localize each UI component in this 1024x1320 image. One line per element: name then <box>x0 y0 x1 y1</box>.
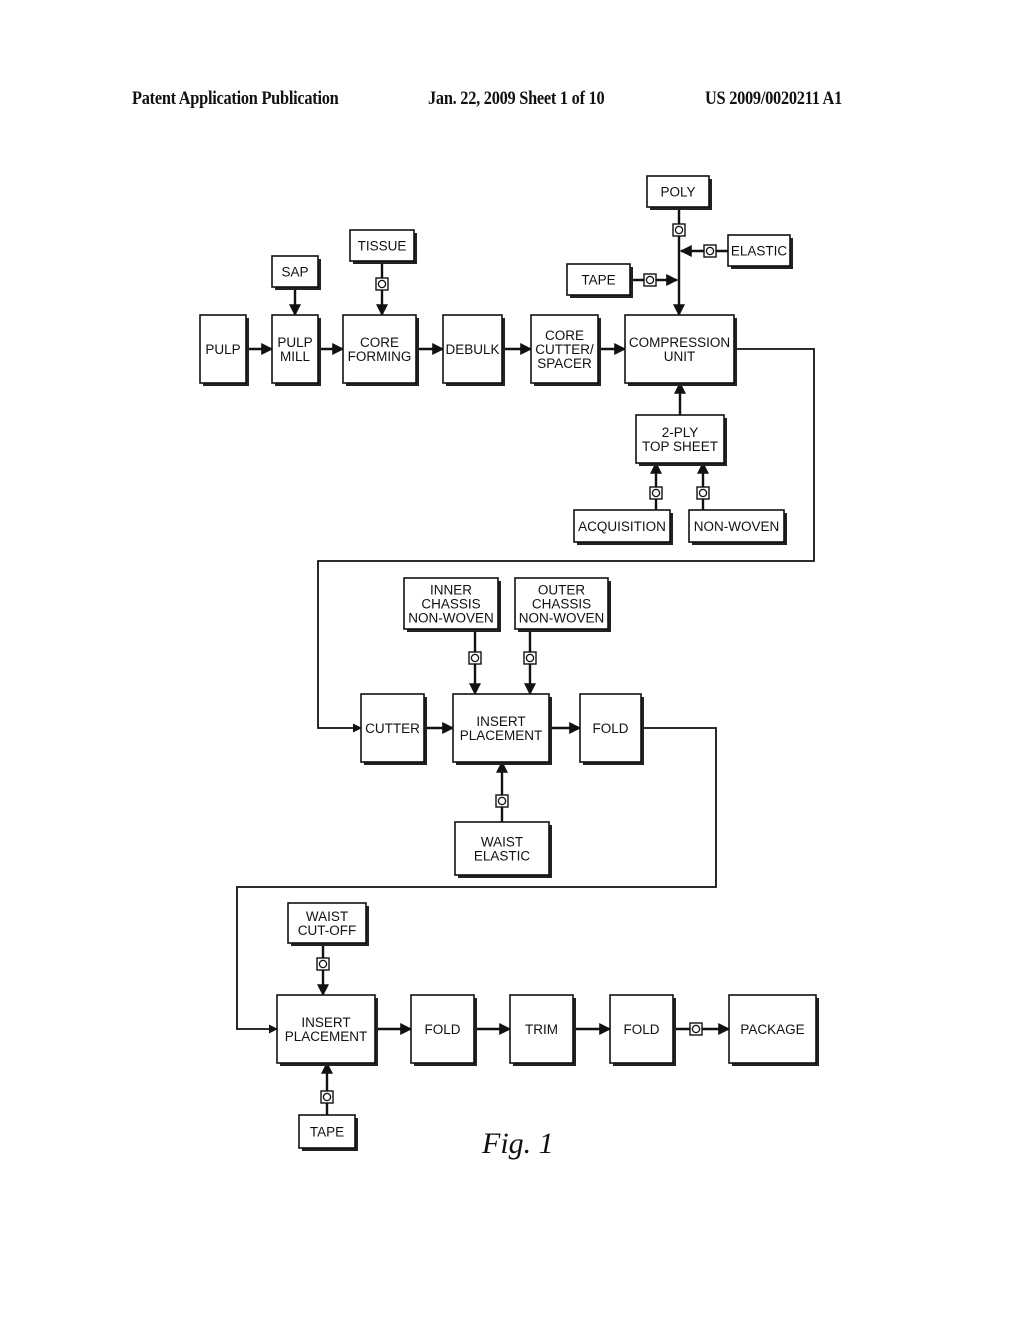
box-debulk: DEBULK <box>442 314 505 386</box>
box-label: PLACEMENT <box>460 728 543 743</box>
box-label: CUT-OFF <box>298 923 357 938</box>
box-sap: SAP <box>271 255 321 290</box>
valve-icon <box>495 794 509 808</box>
box-label: POLY <box>660 185 695 200</box>
figure-label: Fig. 1 <box>481 1127 554 1160</box>
box-fold-2: FOLD <box>410 994 477 1066</box>
valve-icon <box>643 273 657 287</box>
box-elastic: ELASTIC <box>727 234 793 269</box>
valve-icon <box>316 957 330 971</box>
box-pulp: PULP <box>199 314 249 386</box>
box-compression: COMPRESSIONUNIT <box>624 314 737 386</box>
box-label: SPACER <box>537 356 592 371</box>
box-poly: POLY <box>646 175 712 210</box>
connector-fold-to-insert <box>236 727 717 1034</box>
box-label: SAP <box>281 265 308 280</box>
valve-icon <box>703 244 717 258</box>
box-outer-chassis: OUTERCHASSISNON-WOVEN <box>514 577 611 632</box>
box-core-cutter: CORECUTTER/SPACER <box>530 314 601 386</box>
valve-icon <box>320 1090 334 1104</box>
valve-icon <box>468 651 482 665</box>
box-label: ELASTIC <box>731 244 788 259</box>
box-label: CHASSIS <box>421 597 480 612</box>
box-acquisition: ACQUISITION <box>573 509 673 545</box>
box-label: FORMING <box>348 349 412 364</box>
valve-icon <box>689 1022 703 1036</box>
box-label: NON-WOVEN <box>519 611 605 626</box>
box-label: PULP <box>205 342 240 357</box>
box-label: TOP SHEET <box>642 439 718 454</box>
box-pulp-mill: PULPMILL <box>271 314 321 386</box>
box-label: INNER <box>430 583 472 598</box>
box-label: CHASSIS <box>532 597 591 612</box>
box-top-sheet: 2-PLYTOP SHEET <box>635 414 727 466</box>
box-label: 2-PLY <box>662 425 699 440</box>
box-label: MILL <box>280 349 311 364</box>
box-label: PULP <box>277 335 312 350</box>
box-label: TRIM <box>525 1022 558 1037</box>
box-tissue: TISSUE <box>349 229 417 264</box>
box-cutter: CUTTER <box>360 693 427 765</box>
box-label: NON-WOVEN <box>408 611 494 626</box>
box-package: PACKAGE <box>728 994 819 1066</box>
box-label: FOLD <box>623 1022 659 1037</box>
valve-icon <box>649 486 663 500</box>
box-tape-bottom: TAPE <box>298 1114 358 1151</box>
box-label: OUTER <box>538 583 586 598</box>
box-label: CORE <box>360 335 399 350</box>
valve-icon <box>696 486 710 500</box>
box-waist-cutoff: WAISTCUT-OFF <box>287 902 369 946</box>
box-trim: TRIM <box>509 994 576 1066</box>
box-label: ACQUISITION <box>578 519 666 534</box>
box-label: INSERT <box>301 1015 350 1030</box>
box-fold-3: FOLD <box>609 994 676 1066</box>
box-label: TISSUE <box>358 239 407 254</box>
box-label: ELASTIC <box>474 849 531 864</box>
valve-icon <box>523 651 537 665</box>
process-flow-diagram: PULPSAPPULPMILLTISSUECOREFORMING DEBULKCO… <box>199 175 819 1160</box>
box-label: COMPRESSION <box>629 335 730 350</box>
box-label: WAIST <box>481 835 523 850</box>
box-label: INSERT <box>476 714 525 729</box>
box-label: CUTTER <box>365 721 420 736</box>
box-core-forming: COREFORMING <box>342 314 419 386</box>
box-insert-placement-2: INSERTPLACEMENT <box>276 994 378 1066</box>
box-non-woven: NON-WOVEN <box>688 509 787 545</box>
box-label: UNIT <box>664 349 696 364</box>
box-label: PLACEMENT <box>285 1029 368 1044</box>
box-inner-chassis: INNERCHASSISNON-WOVEN <box>403 577 501 632</box>
box-label: TAPE <box>310 1125 344 1140</box>
box-fold-1: FOLD <box>579 693 644 765</box>
valve-icon <box>375 277 389 291</box>
box-label: TAPE <box>581 273 615 288</box>
box-label: NON-WOVEN <box>694 519 780 534</box>
box-tape-top: TAPE <box>566 263 633 298</box>
valve-icon <box>672 223 686 237</box>
box-label: FOLD <box>424 1022 460 1037</box>
box-label: PACKAGE <box>740 1022 804 1037</box>
box-insert-placement-1: INSERTPLACEMENT <box>452 693 552 765</box>
box-label: CUTTER/ <box>535 342 594 357</box>
box-waist-elastic: WAISTELASTIC <box>454 821 552 878</box>
box-label: CORE <box>545 328 584 343</box>
box-label: FOLD <box>592 721 628 736</box>
box-label: DEBULK <box>445 342 499 357</box>
box-label: WAIST <box>306 909 348 924</box>
